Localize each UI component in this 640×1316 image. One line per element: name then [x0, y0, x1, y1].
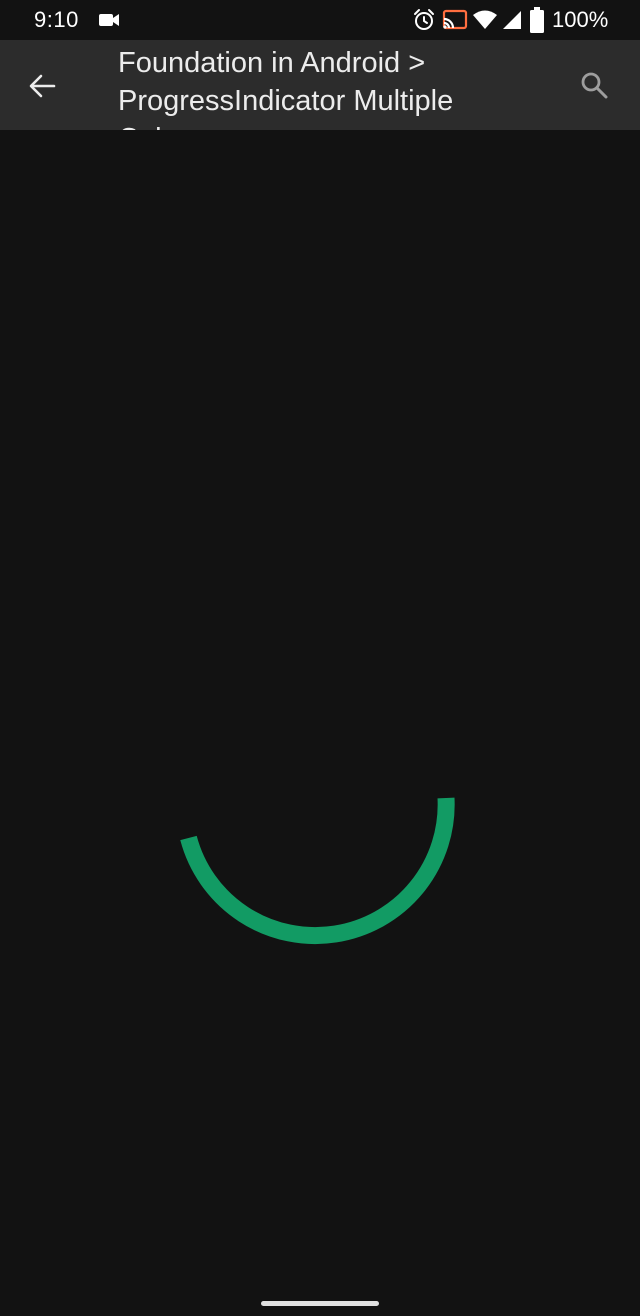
battery-percent: 100% [552, 7, 609, 32]
search-button[interactable] [570, 61, 618, 109]
signal-icon [500, 10, 522, 35]
battery-icon [530, 7, 544, 38]
wifi-icon [472, 10, 498, 35]
status-time: 9:10 [34, 7, 79, 32]
navigation-bar [0, 1280, 640, 1316]
app-bar: Foundation in Android > ProgressIndicato… [0, 40, 640, 130]
circular-progress-indicator [170, 680, 470, 980]
arrow-back-icon [28, 73, 56, 104]
video-camera-icon [98, 11, 120, 34]
back-button[interactable] [16, 61, 64, 109]
status-bar: 9:10 100% [0, 0, 640, 40]
alarm-icon [412, 8, 436, 37]
content-area [0, 130, 640, 1280]
page-title: Foundation in Android > ProgressIndicato… [118, 47, 454, 130]
cast-icon [442, 9, 468, 36]
search-icon [580, 71, 608, 104]
progress-arc [180, 797, 455, 945]
home-gesture-handle[interactable] [261, 1301, 379, 1306]
